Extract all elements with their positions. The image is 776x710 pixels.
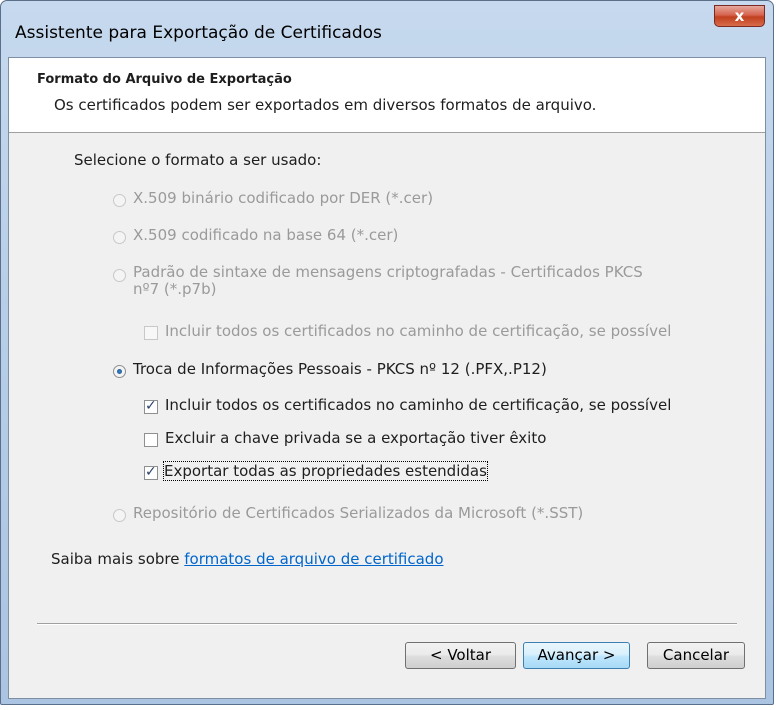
close-button[interactable]: x: [714, 5, 765, 27]
page-title: Formato do Arquivo de Exportação: [37, 72, 292, 87]
checkmark-icon: ✓: [145, 398, 157, 414]
wizard-body: Formato do Arquivo de Exportação Os cert…: [8, 57, 766, 699]
format-prompt: Selecione o formato a ser usado:: [74, 151, 322, 169]
radio-p7b-label-line1: Padrão de sintaxe de mensagens criptogra…: [133, 263, 643, 281]
footer-separator: [37, 623, 737, 625]
radio-sst-label: Repositório de Certificados Serializados…: [133, 504, 584, 522]
radio-base64-label: X.509 codificado na base 64 (*.cer): [133, 226, 399, 244]
checkbox-p7b-include-all-label: Incluir todos os certificados no caminho…: [165, 322, 672, 340]
radio-pfx-label: Troca de Informações Pessoais - PKCS nº …: [133, 360, 547, 378]
window-title: Assistente para Exportação de Certificad…: [15, 23, 382, 43]
radio-base64[interactable]: [113, 231, 126, 244]
cancel-button[interactable]: Cancelar: [647, 642, 745, 669]
certificate-formats-link[interactable]: formatos de arquivo de certificado: [184, 550, 443, 568]
radio-der-label: X.509 binário codificado por DER (*.cer): [133, 189, 434, 207]
learn-more-text: Saiba mais sobre formatos de arquivo de …: [51, 550, 444, 568]
checkbox-pfx-delete-key-label: Excluir a chave privada se a exportação …: [165, 429, 547, 447]
checkbox-p7b-include-all[interactable]: [144, 326, 158, 340]
back-button[interactable]: < Voltar: [405, 642, 516, 669]
radio-p7b[interactable]: [113, 269, 126, 282]
export-wizard-window: Assistente para Exportação de Certificad…: [0, 0, 774, 705]
learn-more-prefix: Saiba mais sobre: [51, 550, 185, 568]
title-bar[interactable]: Assistente para Exportação de Certificad…: [1, 1, 773, 57]
radio-der[interactable]: [113, 194, 126, 207]
page-subtitle: Os certificados podem ser exportados em …: [54, 96, 597, 114]
radio-pfx[interactable]: [113, 365, 126, 378]
radio-p7b-label-line2: nº7 (*.p7b): [133, 280, 217, 298]
checkbox-pfx-export-props-label: Exportar todas as propriedades estendida…: [163, 461, 488, 481]
radio-selected-dot: [117, 369, 122, 374]
checkbox-pfx-delete-key[interactable]: [144, 433, 158, 447]
next-button[interactable]: Avançar >: [523, 642, 630, 669]
checkbox-pfx-include-all-label: Incluir todos os certificados no caminho…: [165, 396, 672, 414]
checkmark-icon: ✓: [145, 464, 157, 480]
radio-sst[interactable]: [113, 509, 126, 522]
checkbox-pfx-include-all[interactable]: ✓: [144, 398, 158, 414]
checkbox-pfx-export-props[interactable]: ✓: [144, 464, 158, 480]
close-icon: x: [734, 7, 745, 25]
wizard-header: Formato do Arquivo de Exportação Os cert…: [9, 58, 765, 133]
